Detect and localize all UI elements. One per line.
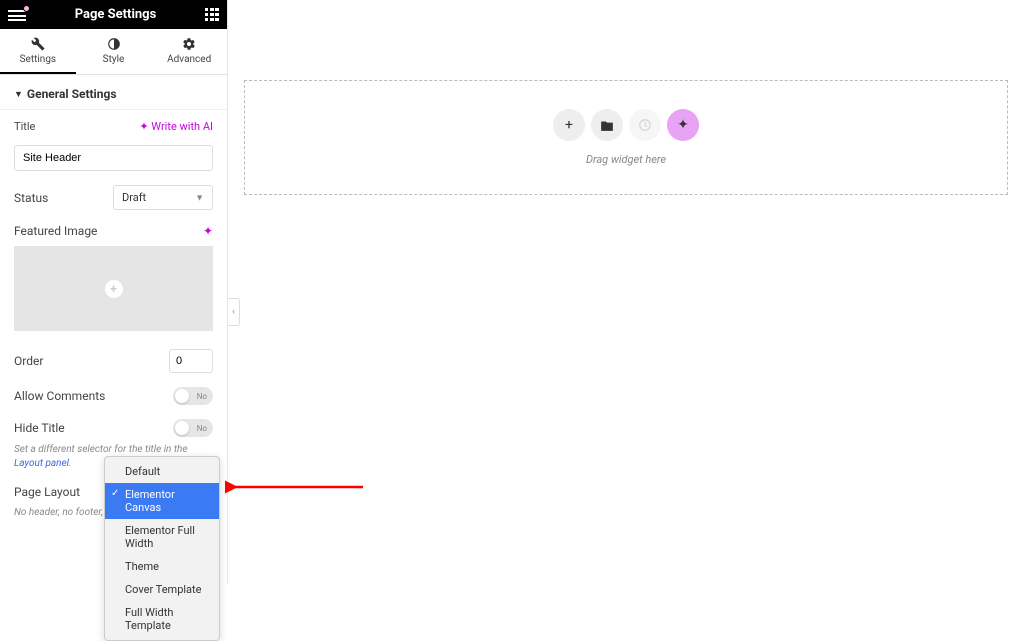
dropdown-option-cover-template[interactable]: Cover Template xyxy=(105,578,219,601)
ai-button[interactable]: ✦ xyxy=(667,109,699,141)
page-title: Page Settings xyxy=(75,7,157,22)
apps-grid-icon[interactable] xyxy=(205,8,219,22)
caret-down-icon: ▼ xyxy=(14,89,23,100)
history-icon xyxy=(638,118,652,132)
history-button[interactable] xyxy=(629,109,661,141)
chevron-down-icon: ▼ xyxy=(195,192,204,203)
tab-label: Style xyxy=(103,54,125,65)
dropdown-option-elementor-canvas[interactable]: ✓ Elementor Canvas xyxy=(105,483,219,519)
panel-tabs: Settings Style Advanced xyxy=(0,29,227,75)
annotation-arrow-icon xyxy=(225,478,365,496)
tab-label: Settings xyxy=(20,54,57,65)
notification-dot-icon xyxy=(23,5,30,12)
canvas-action-row: + ✦ xyxy=(553,109,699,141)
tab-style[interactable]: Style xyxy=(76,29,152,74)
hide-title-toggle[interactable]: No xyxy=(173,419,213,437)
widget-drop-zone[interactable]: + ✦ Drag widget here xyxy=(244,80,1008,195)
drop-hint: Drag widget here xyxy=(586,153,666,166)
status-select[interactable]: Draft ▼ xyxy=(113,185,213,210)
tab-label: Advanced xyxy=(167,54,211,65)
page-layout-label: Page Layout xyxy=(14,485,80,499)
section-title: General Settings xyxy=(27,87,117,101)
featured-image-upload[interactable]: + xyxy=(14,246,213,331)
write-with-ai-link[interactable]: ✦ Write with AI xyxy=(139,120,213,133)
tab-settings[interactable]: Settings xyxy=(0,29,76,74)
allow-comments-label: Allow Comments xyxy=(14,389,105,403)
layout-panel-link[interactable]: Layout panel xyxy=(14,458,69,469)
dropdown-option-elementor-full-width[interactable]: Elementor Full Width xyxy=(105,519,219,555)
check-icon: ✓ xyxy=(111,488,119,499)
title-label: Title xyxy=(14,120,35,133)
dropdown-option-full-width-template[interactable]: Full Width Template xyxy=(105,601,219,637)
sidebar-collapse-handle[interactable]: ‹ xyxy=(228,298,240,326)
page-layout-dropdown: Default ✓ Elementor Canvas Elementor Ful… xyxy=(104,456,220,641)
dropdown-option-default[interactable]: Default xyxy=(105,460,219,483)
order-label: Order xyxy=(14,354,43,368)
menu-icon[interactable] xyxy=(8,8,26,22)
tab-advanced[interactable]: Advanced xyxy=(151,29,227,74)
sidebar-topbar: Page Settings xyxy=(0,0,227,29)
allow-comments-toggle[interactable]: No xyxy=(173,387,213,405)
add-section-button[interactable]: + xyxy=(553,109,585,141)
title-input[interactable] xyxy=(14,145,213,171)
plus-icon: + xyxy=(565,117,573,133)
sparkle-icon: ✦ xyxy=(677,117,689,133)
section-general-header[interactable]: ▼ General Settings xyxy=(0,75,227,110)
hide-title-label: Hide Title xyxy=(14,421,65,435)
featured-image-label: Featured Image xyxy=(14,224,97,238)
templates-button[interactable] xyxy=(591,109,623,141)
dropdown-option-theme[interactable]: Theme xyxy=(105,555,219,578)
status-label: Status xyxy=(14,191,48,205)
editor-canvas: + ✦ Drag widget here xyxy=(228,0,1024,584)
ai-sparkle-icon[interactable]: ✦ xyxy=(203,224,213,238)
plus-icon: + xyxy=(105,280,123,298)
order-input[interactable] xyxy=(169,349,213,373)
folder-icon xyxy=(600,119,614,131)
